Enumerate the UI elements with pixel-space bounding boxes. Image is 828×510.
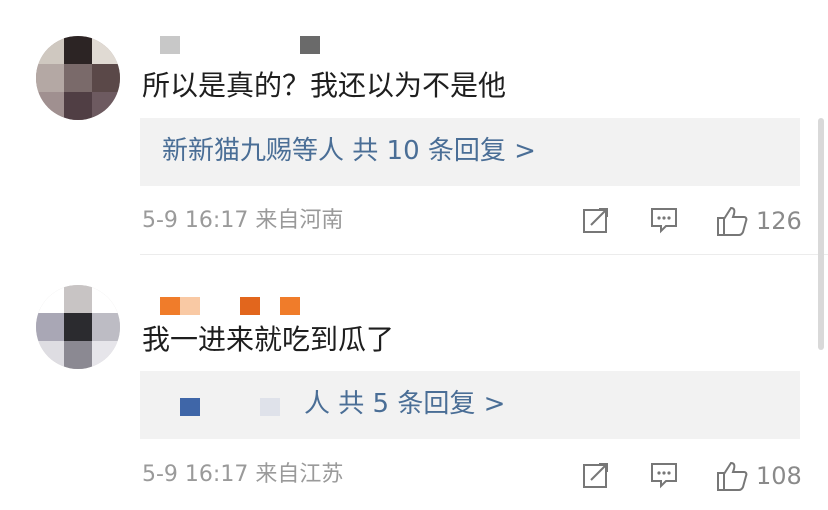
comment-item: 所以是真的？我还以为不是他 新新猫九赐等人 共 10 条回复 > 5-9 16:…: [0, 0, 828, 255]
like-icon[interactable]: [714, 459, 750, 493]
comment-item: 我一进来就吃到瓜了 人 共 5 条回复 > 5-9 16:17 来自江苏 108: [0, 255, 828, 510]
reply-summary-link[interactable]: 人 共 5 条回复 >: [304, 387, 505, 421]
comment-icon[interactable]: [648, 459, 680, 491]
share-icon[interactable]: [580, 459, 612, 491]
comment-meta: 5-9 16:17 来自河南: [142, 208, 344, 233]
comment-text: 所以是真的？我还以为不是他: [142, 69, 507, 102]
scrollbar[interactable]: [818, 118, 824, 350]
like-icon[interactable]: [714, 204, 750, 238]
comment-meta: 5-9 16:17 来自江苏: [142, 462, 344, 487]
share-icon[interactable]: [580, 204, 612, 236]
avatar[interactable]: [36, 285, 120, 369]
reply-summary-link[interactable]: 新新猫九赐等人 共 10 条回复 >: [162, 134, 536, 168]
like-count: 126: [756, 207, 802, 235]
reply-summary-box[interactable]: 新新猫九赐等人 共 10 条回复 >: [140, 118, 800, 186]
comment-text: 我一进来就吃到瓜了: [142, 323, 395, 356]
comment-icon[interactable]: [648, 204, 680, 236]
reply-summary-box[interactable]: 人 共 5 条回复 >: [140, 371, 800, 439]
avatar[interactable]: [36, 36, 120, 120]
like-count: 108: [756, 462, 802, 490]
